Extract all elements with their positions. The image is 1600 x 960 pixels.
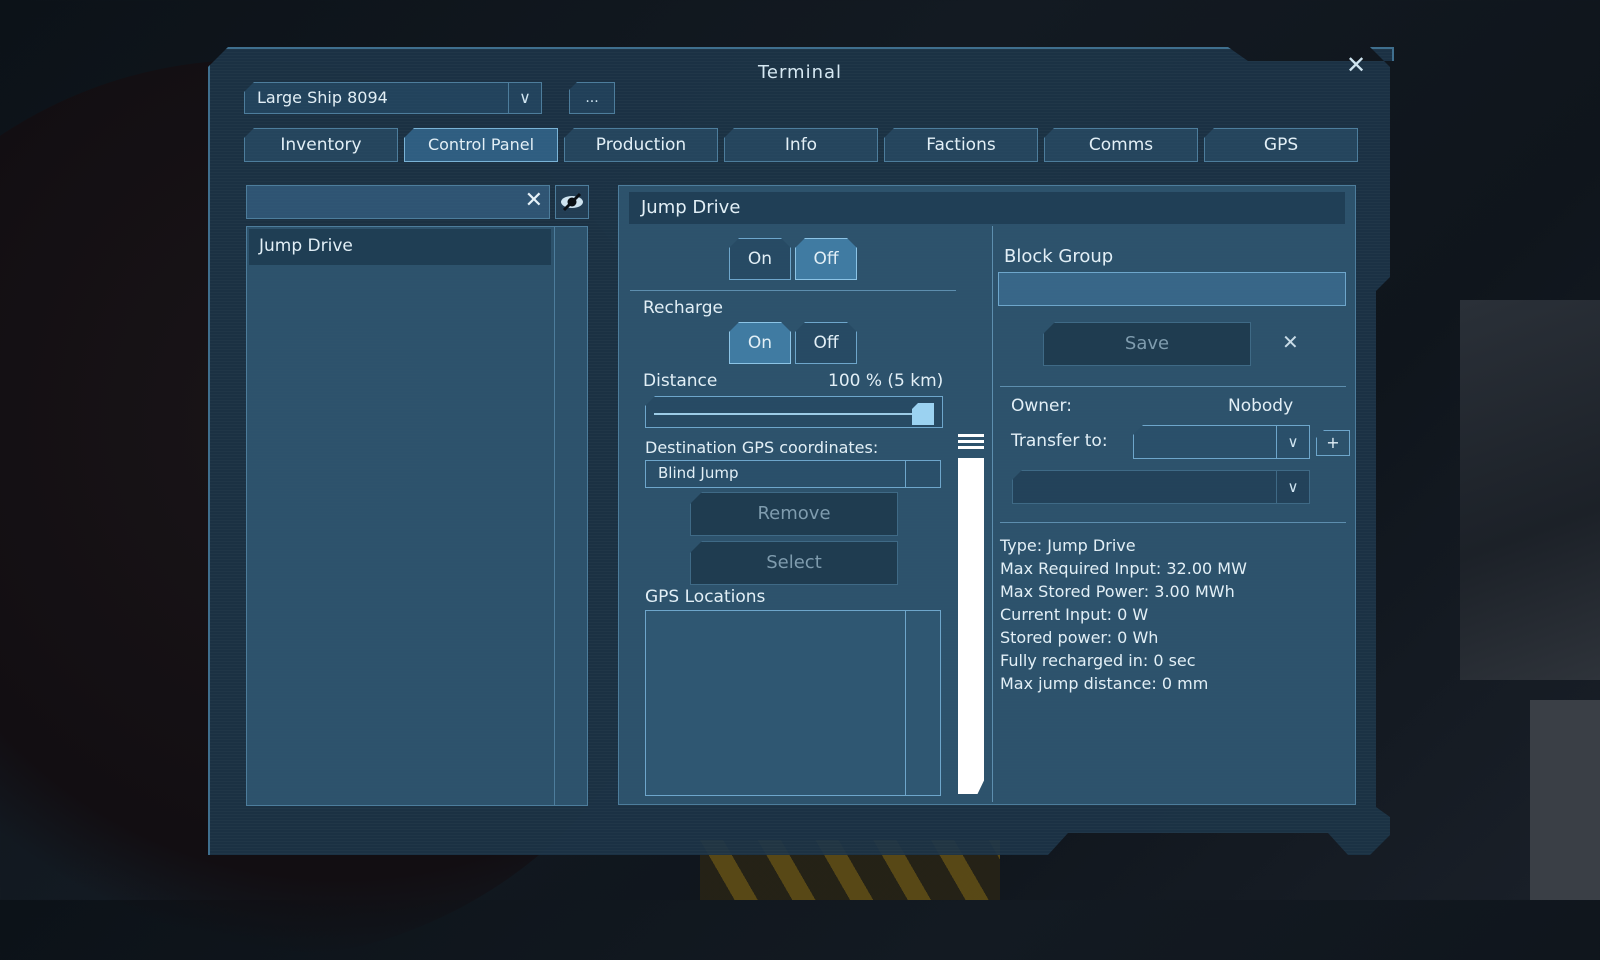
owner-label: Owner: [1011, 396, 1072, 416]
clear-search-icon[interactable]: ✕ [525, 188, 543, 213]
info-stored-power: Stored power: 0 Wh [1000, 628, 1159, 647]
divider [630, 290, 956, 291]
slider-track [654, 413, 920, 415]
block-info: Type: Jump Drive Max Required Input: 32.… [1000, 534, 1247, 695]
block-search-input[interactable]: ✕ [246, 185, 550, 219]
info-type: Type: Jump Drive [1000, 536, 1136, 555]
column-divider [992, 226, 993, 802]
select-button[interactable]: Select [690, 541, 898, 585]
info-current-input: Current Input: 0 W [1000, 605, 1149, 624]
recharge-off-button[interactable]: Off [795, 322, 857, 364]
panel-scrollbar-grip-icon[interactable] [958, 434, 984, 460]
remove-button[interactable]: Remove [690, 492, 898, 536]
gps-locations-label: GPS Locations [645, 587, 766, 607]
destination-label: Destination GPS coordinates: [645, 438, 879, 457]
toggle-visibility-button[interactable] [555, 185, 589, 219]
save-button[interactable]: Save [1043, 322, 1251, 366]
chevron-down-icon[interactable]: ∨ [508, 83, 541, 113]
close-icon[interactable]: ✕ [1345, 53, 1367, 77]
block-group-input[interactable] [998, 272, 1346, 306]
tab-production[interactable]: Production [564, 128, 718, 162]
block-group-label: Block Group [1004, 246, 1114, 267]
share-dropdown[interactable]: ∨ [1012, 470, 1310, 504]
transfer-label: Transfer to: [1011, 431, 1108, 451]
panel-scrollbar[interactable] [958, 458, 984, 794]
distance-label: Distance [643, 371, 718, 391]
transfer-to-dropdown[interactable]: ∨ [1133, 425, 1310, 459]
recharge-label: Recharge [643, 298, 723, 318]
tab-bar: Inventory Control Panel Production Info … [244, 128, 1358, 162]
block-list-scrollbar[interactable] [554, 227, 587, 805]
info-recharge-time: Fully recharged in: 0 sec [1000, 651, 1196, 670]
slider-thumb[interactable] [912, 403, 934, 425]
info-max-required-input: Max Required Input: 32.00 MW [1000, 559, 1247, 578]
info-max-jump-distance: Max jump distance: 0 mm [1000, 674, 1209, 693]
ship-selector-value: Large Ship 8094 [257, 88, 388, 107]
add-button[interactable]: + [1316, 430, 1350, 456]
more-options-button[interactable]: ... [569, 82, 615, 114]
destination-gps-input[interactable]: Blind Jump [645, 460, 941, 488]
distance-value: 100 % (5 km) [828, 371, 944, 391]
block-list: Jump Drive [246, 226, 588, 806]
recharge-on-button[interactable]: On [729, 322, 791, 364]
eye-hidden-icon [561, 192, 583, 212]
distance-slider[interactable] [645, 396, 943, 428]
power-on-button[interactable]: On [729, 238, 791, 280]
destination-side-button[interactable] [905, 461, 940, 487]
divider [1000, 386, 1346, 387]
block-title: Jump Drive [629, 192, 1345, 224]
divider [1000, 522, 1346, 523]
tab-comms[interactable]: Comms [1044, 128, 1198, 162]
destination-value: Blind Jump [658, 464, 739, 482]
tab-control-panel[interactable]: Control Panel [404, 128, 558, 162]
window-title: Terminal [757, 62, 843, 83]
tab-inventory[interactable]: Inventory [244, 128, 398, 162]
tab-factions[interactable]: Factions [884, 128, 1038, 162]
owner-value: Nobody [1228, 396, 1294, 416]
background-structure [1530, 700, 1600, 900]
tab-gps[interactable]: GPS [1204, 128, 1358, 162]
background-asteroid [1460, 300, 1600, 680]
chevron-down-icon[interactable]: ∨ [1276, 426, 1309, 458]
ship-selector-dropdown[interactable]: Large Ship 8094 ∨ [244, 82, 542, 114]
tab-info[interactable]: Info [724, 128, 878, 162]
block-list-item[interactable]: Jump Drive [249, 229, 551, 265]
clear-group-icon[interactable]: ✕ [1282, 330, 1299, 354]
gps-locations-list [645, 610, 941, 796]
gps-list-scrollbar[interactable] [905, 611, 940, 795]
info-max-stored-power: Max Stored Power: 3.00 MWh [1000, 582, 1235, 601]
chevron-down-icon[interactable]: ∨ [1276, 471, 1309, 503]
power-off-button[interactable]: Off [795, 238, 857, 280]
